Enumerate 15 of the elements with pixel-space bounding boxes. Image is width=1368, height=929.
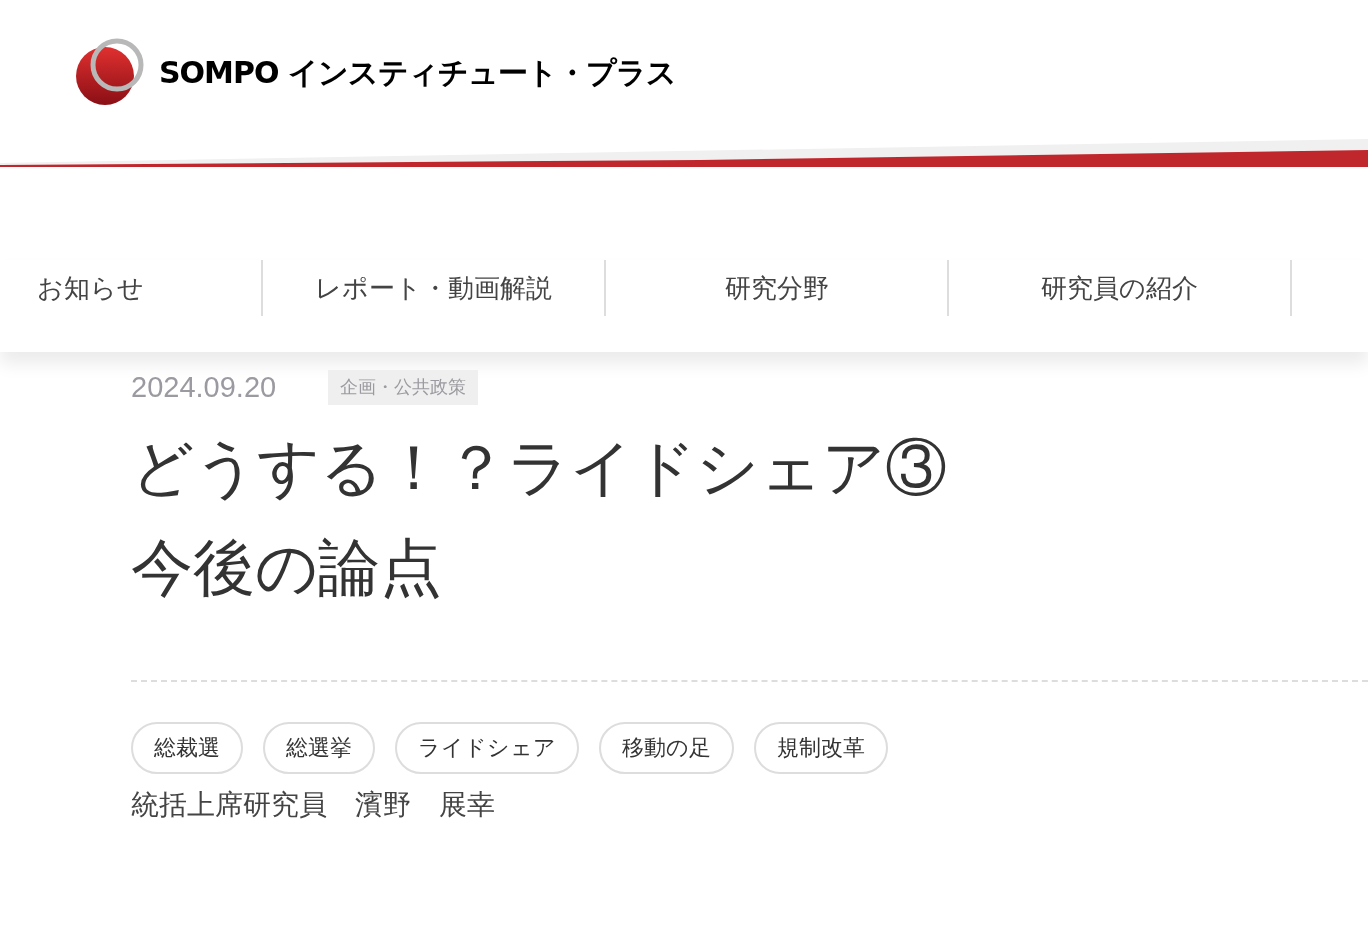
category-label: 企画・公共政策: [328, 370, 479, 406]
tag-link[interactable]: 移動の足: [599, 721, 734, 774]
author-name: 統括上席研究員 濱野 展幸: [131, 787, 496, 822]
tag-link[interactable]: 規制改革: [754, 721, 888, 774]
article-title: どうする！？ライドシェア③ 今後の論点: [131, 431, 948, 604]
date: 2024.09.20: [131, 370, 277, 405]
tag-link[interactable]: 総選挙: [263, 721, 375, 774]
logo-icon: [75, 38, 145, 106]
nav-link[interactable]: お知らせ: [0, 260, 263, 316]
nav-link[interactable]: 研究員の紹介: [949, 260, 1292, 316]
tag-link[interactable]: ライドシェア: [395, 721, 579, 774]
logo-text: SOMPO インスティチュート・プラス: [159, 53, 676, 92]
tag-link[interactable]: 総裁選: [131, 721, 243, 774]
nav-link[interactable]: レポート・動画解説: [263, 260, 606, 316]
nav-link[interactable]: 研究分野: [606, 260, 949, 316]
